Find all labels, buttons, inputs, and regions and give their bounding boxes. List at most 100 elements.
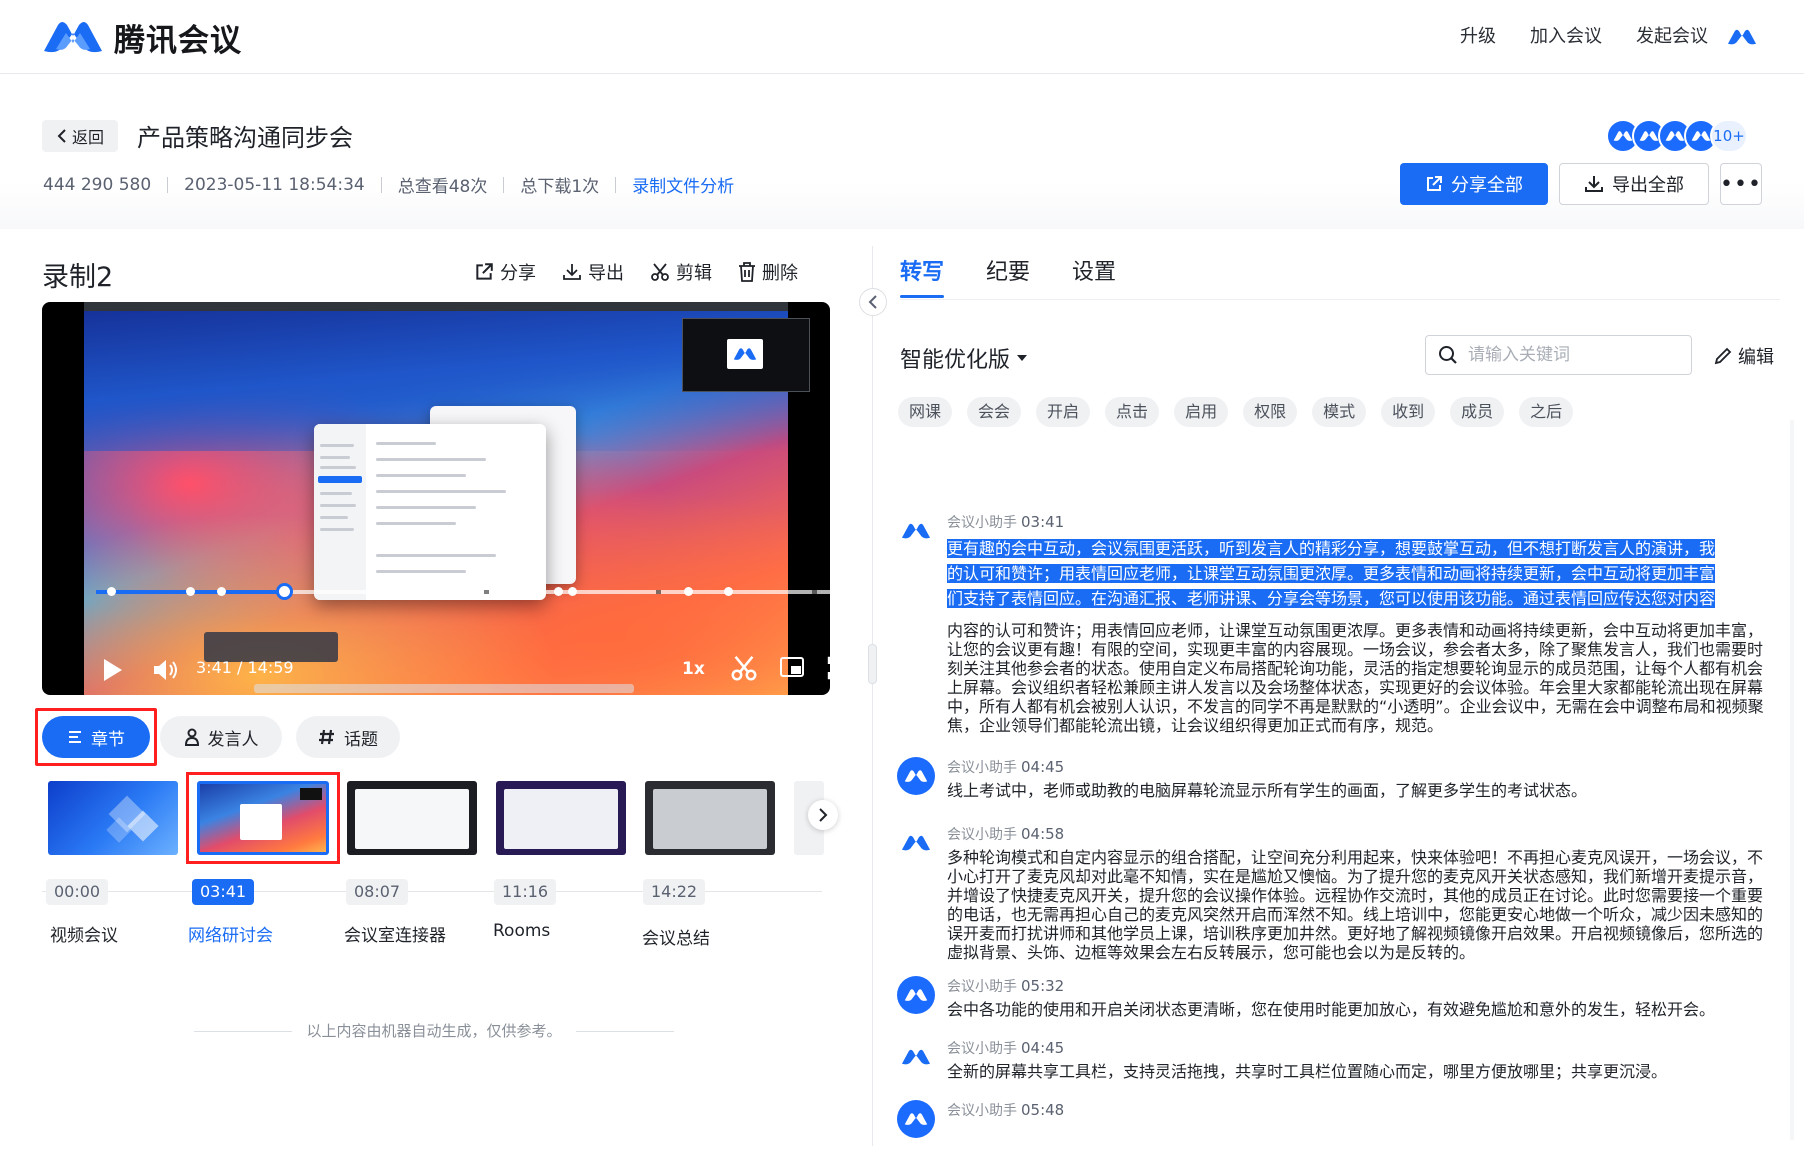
- chapter-title[interactable]: 视频会议: [50, 921, 118, 946]
- back-button[interactable]: 返回: [42, 120, 118, 152]
- transcript-text[interactable]: 内容的认可和赞许；用表情回应老师，让课堂互动氛围更浓厚。更多表情和动画将持续更新…: [947, 621, 1769, 735]
- highlight-line: 们支持了表情回应。在沟通汇报、老师讲课、分享会等场景，您可以使用该功能。通过表情…: [947, 589, 1716, 608]
- participant-avatars[interactable]: 10+: [1606, 118, 1748, 154]
- speaker-time[interactable]: 03:41: [1021, 513, 1064, 531]
- speaker-time[interactable]: 04:45: [1021, 1039, 1064, 1057]
- speaker-time[interactable]: 05:32: [1021, 977, 1064, 995]
- tencent-meeting-logo-icon: [901, 835, 931, 851]
- user-avatar[interactable]: [1722, 18, 1762, 56]
- keyword-tag[interactable]: 网课: [898, 397, 953, 427]
- chapter-marker[interactable]: [684, 587, 693, 596]
- chapter-marker[interactable]: [186, 587, 195, 596]
- speaker-name: 会议小助手: [947, 1041, 1017, 1057]
- chapter-thumbnail-active[interactable]: [197, 781, 329, 855]
- transcript-search[interactable]: [1425, 335, 1692, 375]
- progress-knob[interactable]: [275, 583, 293, 600]
- keyword-tag[interactable]: 启用: [1174, 397, 1229, 427]
- tab-summary[interactable]: 纪要: [986, 254, 1030, 298]
- keyword-tag[interactable]: 会会: [967, 397, 1022, 427]
- recording-share-button[interactable]: 分享: [474, 259, 536, 285]
- collapse-panel-button[interactable]: [859, 288, 887, 316]
- video-player[interactable]: 3:41 / 14:59 1x: [42, 302, 830, 695]
- transcript-text[interactable]: 会中各功能的使用和开启关闭状态更清晰，您在使用时能更加放心，有效避免尴尬和意外的…: [947, 1000, 1769, 1019]
- keyword-tag[interactable]: 权限: [1243, 397, 1298, 427]
- more-options-button[interactable]: •••: [1720, 163, 1762, 205]
- chapter-marker[interactable]: [568, 587, 577, 596]
- nav-start-meeting[interactable]: 发起会议: [1636, 22, 1708, 48]
- transcript-scrollbar[interactable]: [1790, 420, 1794, 1140]
- fullscreen-icon[interactable]: [827, 656, 830, 680]
- edit-transcript-button[interactable]: 编辑: [1714, 343, 1774, 369]
- tab-speakers[interactable]: 发言人: [160, 716, 282, 758]
- recording-analysis-link[interactable]: 录制文件分析: [632, 172, 734, 197]
- chapter-marker[interactable]: [217, 587, 226, 596]
- keyword-tag[interactable]: 点击: [1105, 397, 1160, 427]
- chapter-marker[interactable]: [554, 587, 563, 596]
- play-icon[interactable]: [102, 657, 124, 683]
- tab-topics[interactable]: 话题: [296, 716, 400, 758]
- tab-transcript[interactable]: 转写: [900, 254, 945, 298]
- speaker-line: 会议小助手 03:41: [947, 512, 1064, 532]
- export-all-button[interactable]: 导出全部: [1559, 163, 1709, 205]
- view-count: 总查看48次: [397, 177, 488, 197]
- search-input[interactable]: [1468, 345, 1678, 365]
- panel-divider: [872, 246, 873, 1146]
- tab-settings[interactable]: 设置: [1072, 254, 1116, 298]
- version-dropdown[interactable]: 智能优化版: [900, 342, 1028, 374]
- chapter-thumbnail[interactable]: [48, 781, 178, 855]
- transcript-highlighted-text[interactable]: 更有趣的会中互动，会议氛围更活跃，听到发言人的精彩分享，想要鼓掌互动，但不想打断…: [947, 536, 1769, 611]
- volume-icon[interactable]: [152, 658, 180, 682]
- participants-more-badge: 10+: [1710, 119, 1748, 153]
- thumb-screen: [653, 789, 767, 849]
- speaker-avatar[interactable]: [897, 824, 935, 862]
- chapter-thumbnail[interactable]: [347, 781, 477, 855]
- brand[interactable]: 腾讯会议: [42, 16, 242, 59]
- chapter-title[interactable]: 会议室连接器: [344, 921, 446, 946]
- progress-bar[interactable]: [96, 583, 830, 600]
- speaker-avatar[interactable]: [897, 1100, 935, 1138]
- tencent-meeting-logo-icon: [44, 22, 102, 53]
- nav-upgrade[interactable]: 升级: [1460, 22, 1496, 48]
- picture-in-picture-icon[interactable]: [779, 656, 805, 678]
- chapter-thumbnail[interactable]: [496, 781, 626, 855]
- chapter-time-active[interactable]: 03:41: [192, 879, 255, 905]
- chapter-time[interactable]: 00:00: [46, 879, 109, 905]
- speaker-time[interactable]: 04:45: [1021, 758, 1064, 776]
- thumbnails-next-button[interactable]: [808, 800, 838, 830]
- speaker-avatar[interactable]: [897, 976, 935, 1014]
- chapter-marker[interactable]: [724, 587, 733, 596]
- speaker-avatar[interactable]: [897, 757, 935, 795]
- chapter-time[interactable]: 11:16: [494, 879, 557, 905]
- meeting-title: 产品策略沟通同步会: [137, 124, 353, 152]
- keyword-tag[interactable]: 成员: [1450, 397, 1505, 427]
- tab-chapters[interactable]: 章节: [42, 716, 150, 758]
- transcript-text[interactable]: 多种轮询模式和自定内容显示的组合搭配，让空间充分利用起来，快来体验吧！不再担心麦…: [947, 848, 1769, 962]
- panel-resize-handle[interactable]: [868, 644, 877, 684]
- chapter-marker[interactable]: [107, 587, 116, 596]
- transcript-text[interactable]: 线上考试中，老师或助教的电脑屏幕轮流显示所有学生的画面，了解更多学生的考试状态。: [947, 781, 1769, 800]
- clip-scissors-icon[interactable]: [730, 654, 758, 682]
- playback-speed-button[interactable]: 1x: [682, 659, 705, 679]
- recording-edit-button[interactable]: 剪辑: [650, 259, 712, 285]
- chapter-thumbnail[interactable]: [645, 781, 775, 855]
- recording-export-button[interactable]: 导出: [562, 259, 624, 285]
- chapter-title[interactable]: Rooms: [493, 921, 550, 941]
- keyword-tag[interactable]: 之后: [1519, 397, 1574, 427]
- speaker-time[interactable]: 04:58: [1021, 825, 1064, 843]
- transcript-entry: 会议小助手 03:41 更有趣的会中互动，会议氛围更活跃，听到发言人的精彩分享，想…: [897, 512, 1775, 750]
- speaker-time[interactable]: 05:48: [1021, 1101, 1064, 1119]
- chapter-title-active[interactable]: 网络研讨会: [188, 921, 273, 946]
- nav-join-meeting[interactable]: 加入会议: [1530, 22, 1602, 48]
- keyword-tag[interactable]: 模式: [1312, 397, 1367, 427]
- speaker-avatar[interactable]: [897, 512, 935, 550]
- transcript-text[interactable]: 全新的屏幕共享工具栏，支持灵活拖拽，共享时工具栏位置随心而定，哪里方便放哪里；共…: [947, 1062, 1769, 1081]
- share-all-button[interactable]: 分享全部: [1400, 163, 1548, 205]
- chapter-time[interactable]: 08:07: [346, 879, 409, 905]
- chapter-time[interactable]: 14:22: [643, 879, 706, 905]
- recording-delete-button[interactable]: 删除: [738, 259, 798, 285]
- keyword-tag[interactable]: 收到: [1381, 397, 1436, 427]
- keyword-tag[interactable]: 开启: [1036, 397, 1091, 427]
- chevron-left-icon: [868, 295, 877, 309]
- chapter-title[interactable]: 会议总结: [642, 924, 710, 949]
- speaker-avatar[interactable]: [897, 1038, 935, 1076]
